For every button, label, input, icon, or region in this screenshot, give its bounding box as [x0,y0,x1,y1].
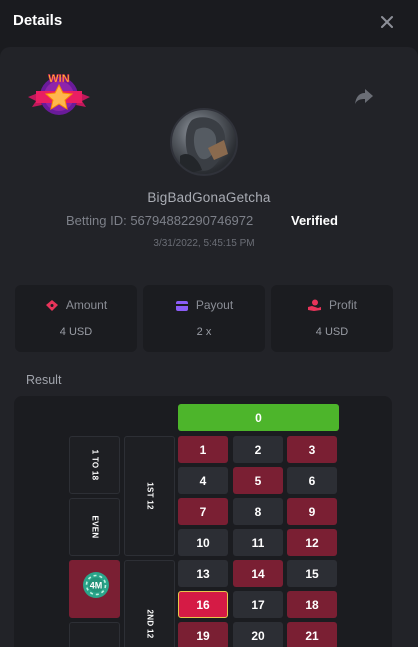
chip-icon: 4M [83,572,109,598]
number-cell-21: 21 [287,622,337,647]
profit-card: Profit 4 USD [271,285,393,352]
chip-label: 4M [90,581,103,591]
hand-coin-icon [307,299,321,311]
win-badge-icon: WIN [28,73,90,115]
modal-header: Details [0,0,418,44]
payout-label: Payout [195,298,234,312]
profit-value: 4 USD [315,326,349,338]
roulette-board: 0 1 TO 18 EVEN 4M 1ST 12 2ND 12 1 2 3 4 … [14,396,392,647]
dozen-1st12-label: 1ST 12 [145,482,154,510]
avatar [170,108,238,176]
dozen-2nd12-label: 2ND 12 [145,609,154,639]
number-cell-9: 9 [287,498,337,525]
result-label: Result [26,373,62,387]
dozen-1st12: 1ST 12 [124,436,175,556]
side-even: EVEN [69,498,120,556]
number-cell-18: 18 [287,591,337,618]
wallet-icon [175,301,188,311]
details-panel: WIN BigBadGonaGetcha Betting ID: 5679488… [0,47,418,647]
side-empty [69,622,120,647]
verified-status: Verified [291,213,338,228]
zero-cell: 0 [178,404,339,431]
details-modal: Details WIN BigBadGonaGetcha Betting ID:… [0,0,418,647]
side-1to18-label: 1 TO 18 [90,449,99,481]
number-cell-14: 14 [233,560,283,587]
close-icon[interactable] [379,14,395,30]
number-cell-20: 20 [233,622,283,647]
username: BigBadGonaGetcha [147,190,271,205]
number-cell-15: 15 [287,560,337,587]
number-cell-16: 16 [178,591,228,618]
side-1to18: 1 TO 18 [69,436,120,494]
number-cell-2: 2 [233,436,283,463]
number-cell-11: 11 [233,529,283,556]
number-cell-10: 10 [178,529,228,556]
side-red: 4M [69,560,120,618]
number-cell-5: 5 [233,467,283,494]
number-cell-6: 6 [287,467,337,494]
avatar-image [180,117,228,174]
number-cell-17: 17 [233,591,283,618]
badge-text: WIN [48,73,69,85]
number-cell-13: 13 [178,560,228,587]
payout-card: Payout 2 x [143,285,265,352]
bet-datetime: 3/31/2022, 5:45:15 PM [153,238,255,249]
amount-card: Amount 4 USD [15,285,137,352]
number-cell-19: 19 [178,622,228,647]
profit-label: Profit [328,298,357,312]
amount-label: Amount [65,298,108,312]
number-cell-7: 7 [178,498,228,525]
number-cell-4: 4 [178,467,228,494]
betting-id-label: Betting ID: [66,213,127,228]
betting-id: Betting ID: 56794882290746972 [66,213,253,228]
number-cell-1: 1 [178,436,228,463]
betting-id-value: 56794882290746972 [130,213,254,228]
number-cell-3: 3 [287,436,337,463]
payout-value: 2 x [196,326,212,338]
amount-value: 4 USD [59,326,93,338]
modal-title: Details [13,12,63,29]
number-cell-8: 8 [233,498,283,525]
share-icon[interactable] [354,87,374,105]
dozen-2nd12: 2ND 12 [124,560,175,647]
side-even-label: EVEN [90,515,99,539]
ticket-icon [45,300,58,311]
number-cell-12: 12 [287,529,337,556]
